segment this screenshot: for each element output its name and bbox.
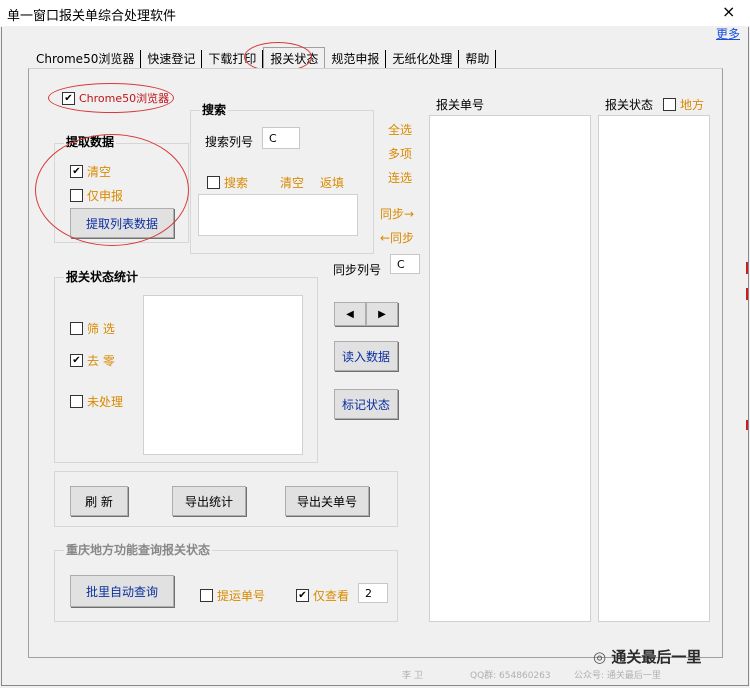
mark-status-button[interactable]: 标记状态 [334, 389, 398, 419]
wechat-icon: ◎ [593, 648, 607, 666]
tab-quick-register[interactable]: 快速登记 [141, 50, 203, 68]
window-title: 单一窗口报关单综合处理软件 [7, 9, 177, 24]
search-column-input[interactable]: C [262, 127, 300, 149]
tab-paperless[interactable]: 无纸化处理 [386, 50, 460, 68]
sync-column-label: 同步列号 [333, 263, 382, 277]
search-check-box[interactable] [207, 176, 220, 189]
chrome50-highlight-ellipse [48, 83, 174, 113]
dedup-label: 去 零 [87, 354, 115, 368]
decl-no-header: 报关单号 [436, 98, 485, 112]
unprocessed-checkbox[interactable]: 未处理 [70, 393, 123, 410]
next-button[interactable]: ▶ [366, 302, 398, 326]
shipping-check-box[interactable] [200, 589, 213, 602]
stats-list[interactable] [143, 295, 303, 455]
read-data-button[interactable]: 读入数据 [334, 341, 398, 371]
local-label: 地方 [680, 98, 705, 112]
local-check-box[interactable] [663, 98, 676, 111]
chevron-left-icon: ◀ [346, 308, 354, 320]
decl-no-list[interactable] [429, 115, 591, 622]
status-header: 报关状态 [605, 98, 654, 112]
tab-standard-declare[interactable]: 规范申报 [325, 50, 387, 68]
only-view-label: 仅查看 [313, 589, 350, 603]
local-checkbox[interactable]: 地方 [663, 96, 704, 113]
only-view-input[interactable]: 2 [358, 583, 388, 603]
sync-left-link[interactable]: ←同步 [380, 229, 414, 246]
extract-highlight-ellipse [35, 134, 189, 246]
shipping-checkbox[interactable]: 提运单号 [200, 587, 265, 604]
dedup-check-box[interactable] [70, 354, 83, 367]
only-view-check-box[interactable] [296, 589, 309, 602]
shipping-label: 提运单号 [217, 589, 266, 603]
search-column-label: 搜索列号 [205, 135, 254, 149]
search-checkbox[interactable]: 搜索 [207, 174, 248, 191]
export-decl-button[interactable]: 导出关单号 [285, 486, 369, 516]
footer-public: 公众号: 通关最后一里 [574, 671, 661, 681]
export-stats-button[interactable]: 导出统计 [172, 486, 246, 516]
batch-query-button[interactable]: 批里自动查询 [70, 575, 174, 607]
chevron-right-icon: ▶ [378, 308, 386, 320]
status-list[interactable] [598, 115, 710, 622]
search-backfill-link[interactable]: 返填 [320, 174, 344, 191]
stats-title: 报关状态统计 [64, 268, 141, 285]
edge-mark [746, 262, 748, 274]
edge-mark [746, 420, 748, 430]
filter-label: 筛 选 [87, 322, 115, 336]
chongqing-title: 重庆地方功能查询报关状态 [64, 541, 213, 558]
filter-checkbox[interactable]: 筛 选 [70, 320, 115, 337]
footer-qq: QQ群: 654860263 [470, 671, 551, 681]
range-select-link[interactable]: 连选 [388, 169, 412, 186]
wechat-brand: ◎ 通关最后一里 [593, 646, 701, 667]
multi-select-link[interactable]: 多项 [388, 145, 412, 162]
search-clear-link[interactable]: 清空 [280, 174, 304, 191]
unprocessed-label: 未处理 [87, 395, 124, 409]
search-check-label: 搜索 [224, 176, 249, 190]
sync-right-link[interactable]: 同步→ [380, 205, 414, 222]
tab-chrome50[interactable]: Chrome50浏览器 [30, 50, 142, 68]
more-link[interactable]: 更多 [716, 25, 740, 42]
footer-name: 李 卫 [402, 671, 423, 681]
search-title: 搜索 [200, 101, 229, 118]
prev-button[interactable]: ◀ [334, 302, 366, 326]
only-view-checkbox[interactable]: 仅查看 [296, 587, 349, 604]
sync-column-input[interactable]: C [390, 254, 420, 274]
filter-check-box[interactable] [70, 322, 83, 335]
select-all-link[interactable]: 全选 [388, 121, 412, 138]
close-icon[interactable]: × [722, 2, 735, 21]
unprocessed-check-box[interactable] [70, 395, 83, 408]
tab-help[interactable]: 帮助 [459, 50, 497, 68]
dedup-checkbox[interactable]: 去 零 [70, 352, 115, 369]
wechat-brand-text: 通关最后一里 [611, 648, 702, 666]
edge-mark [746, 288, 748, 300]
search-text-area[interactable] [198, 194, 358, 236]
refresh-button[interactable]: 刷 新 [70, 486, 128, 516]
